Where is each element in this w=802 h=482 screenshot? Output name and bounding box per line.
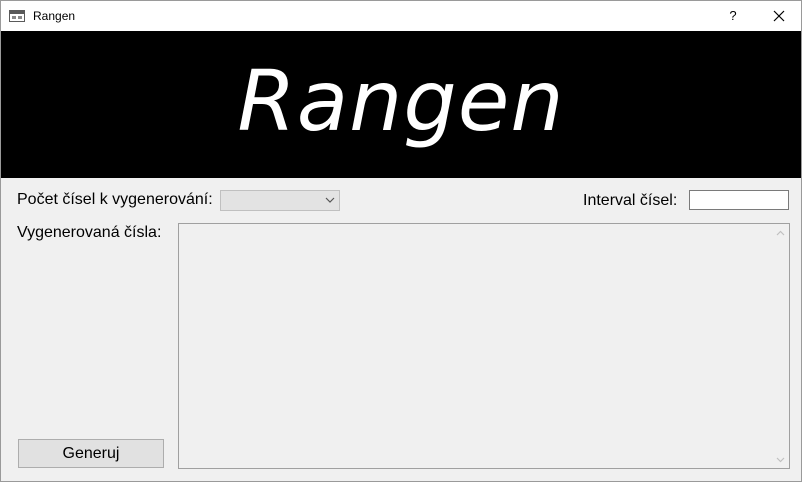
- window-title: Rangen: [33, 9, 76, 23]
- count-dropdown[interactable]: [220, 190, 340, 211]
- generated-numbers-textbox[interactable]: [178, 223, 790, 469]
- generate-button[interactable]: Generuj: [18, 439, 164, 468]
- banner-title: Rangen: [237, 52, 565, 150]
- title-bar: Rangen ?: [1, 1, 801, 31]
- close-icon: [773, 10, 785, 22]
- interval-input[interactable]: [689, 190, 789, 210]
- scroll-down-button[interactable]: [772, 451, 789, 468]
- chevron-down-icon: [776, 457, 785, 463]
- app-window: Rangen ? Rangen Počet čísel k vygenerová…: [0, 0, 802, 482]
- scroll-up-button[interactable]: [772, 224, 789, 241]
- interval-label: Interval čísel:: [583, 192, 678, 209]
- close-button[interactable]: [756, 1, 801, 31]
- chevron-down-icon: [325, 197, 335, 203]
- chevron-up-icon: [776, 230, 785, 236]
- banner: Rangen: [1, 31, 801, 178]
- generated-label: Vygenerovaná čísla:: [17, 224, 162, 241]
- output-scrollbar[interactable]: [772, 224, 789, 468]
- help-button[interactable]: ?: [715, 1, 751, 31]
- app-window-icon: [9, 10, 25, 22]
- count-label: Počet čísel k vygenerování:: [17, 191, 213, 208]
